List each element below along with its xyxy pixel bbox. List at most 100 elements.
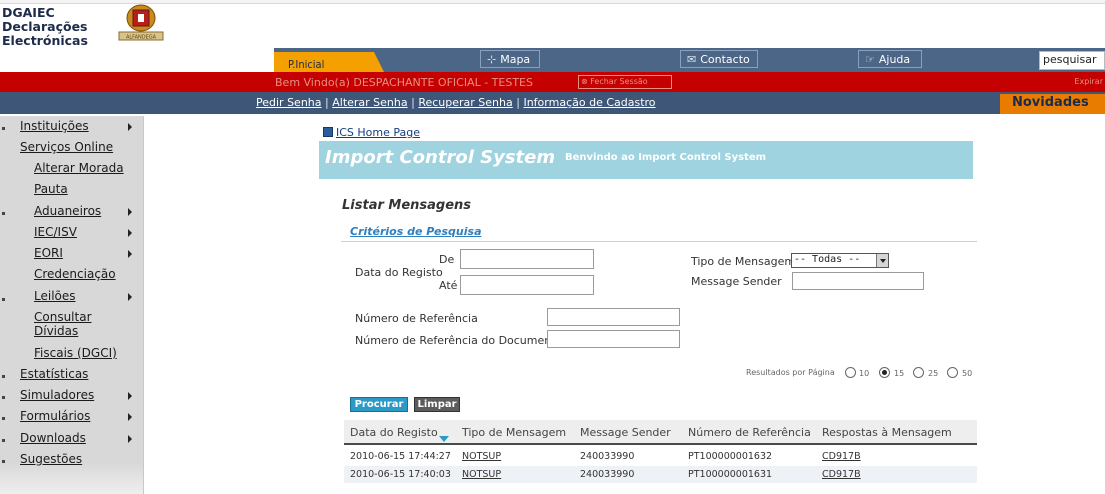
sidebar-item-eori[interactable]: EORI — [34, 246, 152, 260]
crest-icon: ALFANDEGA — [118, 4, 164, 41]
chevron-right-icon — [128, 229, 132, 237]
sidebar-bullet — [2, 375, 5, 378]
limpar-button[interactable]: Limpar — [414, 397, 460, 412]
header-num-referencia[interactable]: Número de Referência — [688, 426, 811, 439]
main-navbar: P.Inicial ⊹ Mapa ✉ Contacto ☞ Ajuda pesquis… — [274, 48, 1105, 72]
tipo-mensagem-select[interactable]: -- Todas -- — [791, 253, 889, 268]
welcome-bar: Bem Vindo(a) DESPACHANTE OFICIAL - TESTE… — [0, 72, 1105, 92]
sidebar-item-instituicoes[interactable]: Instituições — [20, 119, 138, 133]
sidebar-item-pauta[interactable]: Pauta — [34, 182, 152, 196]
per-page-50-radio[interactable] — [947, 367, 958, 378]
site-logo[interactable]: DGAIEC Declarações Electrónicas — [2, 6, 112, 48]
resultados-por-pagina-label: Resultados por Página — [746, 368, 835, 377]
sidebar-bullet — [2, 396, 5, 399]
header-message-sender[interactable]: Message Sender — [580, 426, 671, 439]
sidebar-item-dividas[interactable]: Dívidas — [34, 324, 152, 338]
per-page-25-radio[interactable] — [913, 367, 924, 378]
header-data-registo-label: Data do Registo — [350, 426, 438, 439]
de-label: De — [439, 253, 455, 266]
header-tipo-mensagem[interactable]: Tipo de Mensagem — [462, 426, 566, 439]
per-page-50-label: 50 — [962, 369, 973, 378]
nav-mapa-link[interactable]: ⊹ Mapa — [480, 50, 540, 68]
date-to-input[interactable] — [460, 275, 594, 295]
sidebar-item-consultar[interactable]: Consultar — [34, 310, 152, 324]
link-separator: | — [325, 96, 329, 109]
message-sender-input[interactable] — [792, 272, 924, 290]
sidebar-item-simuladores[interactable]: Simuladores — [20, 388, 138, 402]
crest-caption: ALFANDEGA — [126, 35, 157, 41]
search-input[interactable]: pesquisar — [1039, 51, 1105, 70]
date-from-input[interactable] — [460, 249, 594, 269]
sidebar-item-leiloes[interactable]: Leilões — [34, 289, 152, 303]
per-page-10-label: 10 — [859, 369, 870, 378]
pedir-senha-link[interactable]: Pedir Senha — [256, 96, 322, 109]
sidebar-bullet — [2, 212, 5, 215]
procurar-button[interactable]: Procurar — [350, 397, 408, 412]
nav-ajuda-link[interactable]: ☞ Ajuda — [858, 50, 922, 68]
cell-resposta-link[interactable]: CD917B — [822, 469, 861, 480]
informacao-cadastro-link[interactable]: Informação de Cadastro — [523, 96, 655, 109]
sidebar-item-aduaneiros[interactable]: Aduaneiros — [34, 204, 152, 218]
cell-num-referencia: PT100000001632 — [688, 451, 773, 462]
ics-home-link[interactable]: ICS Home Page — [323, 126, 420, 139]
logo-line-2: Declarações — [2, 19, 88, 34]
cell-tipo-mensagem-link[interactable]: NOTSUP — [462, 469, 501, 480]
sidebar-item-iec-isv[interactable]: IEC/ISV — [34, 225, 152, 239]
ics-home-label: ICS Home Page — [336, 126, 421, 139]
table-row: 2010-06-15 17:44:27 NOTSUP 240033990 PT1… — [344, 448, 977, 465]
sidebar-bullet — [2, 417, 5, 420]
sidebar-item-formularios[interactable]: Formulários — [20, 409, 138, 423]
cell-message-sender: 240033990 — [580, 451, 635, 462]
novidades-button[interactable]: Novidades — [1000, 94, 1105, 114]
header-respostas[interactable]: Respostas à Mensagem — [822, 426, 952, 439]
per-page-10-radio[interactable] — [845, 367, 856, 378]
sidebar-item-estatisticas[interactable]: Estatísticas — [20, 367, 138, 381]
account-links-bar: Pedir Senha | Alterar Senha | Recuperar … — [0, 92, 1105, 114]
num-referencia-doc-input[interactable] — [547, 330, 680, 348]
session-expire-link[interactable]: Expirar — [1074, 77, 1103, 86]
chevron-right-icon — [128, 123, 132, 131]
header-data-registo[interactable]: Data do Registo — [350, 426, 449, 442]
ics-banner: Import Control System Benvindo ao Import… — [319, 141, 973, 179]
banner-subtitle: Benvindo ao Import Control System — [565, 152, 767, 163]
nav-ajuda-label: Ajuda — [878, 53, 911, 66]
tipo-mensagem-label: Tipo de Mensagem — [691, 255, 796, 268]
sidebar-bullet — [2, 439, 5, 442]
page-title: Listar Mensagens — [342, 198, 472, 213]
logo-line-3: Electrónicas — [2, 33, 88, 48]
nav-contacto-label: Contacto — [700, 53, 750, 66]
per-page-15-radio[interactable] — [879, 367, 890, 378]
sidebar-item-sugestoes[interactable]: Sugestões — [20, 452, 138, 466]
cell-tipo-mensagem-link[interactable]: NOTSUP — [462, 451, 501, 462]
num-referencia-input[interactable] — [547, 308, 680, 326]
welcome-text: Bem Vindo(a) DESPACHANTE OFICIAL - TESTE… — [275, 76, 533, 89]
search-criteria-heading: Critérios de Pesquisa — [350, 225, 482, 238]
chevron-right-icon — [128, 435, 132, 443]
sidebar-item-credenciacao[interactable]: Credenciação — [34, 267, 152, 281]
home-icon — [323, 127, 333, 137]
chevron-right-icon — [128, 293, 132, 301]
sidebar-bullet — [2, 460, 5, 463]
sidebar-item-downloads[interactable]: Downloads — [20, 431, 138, 445]
sidebar-item-alterar-morada[interactable]: Alterar Morada — [34, 161, 152, 175]
sidebar-bullet — [2, 298, 5, 301]
results-table-header: Data do Registo Tipo de Mensagem Message… — [344, 420, 977, 445]
logout-button[interactable]: ⊗ Fechar Sessão — [578, 75, 672, 89]
sitemap-icon: ⊹ — [487, 53, 497, 66]
sidebar-item-fiscais-dgci[interactable]: Fiscais (DGCI) — [34, 346, 152, 360]
nav-contacto-link[interactable]: ✉ Contacto — [680, 50, 758, 68]
nav-inicial-tab[interactable]: P.Inicial — [274, 52, 384, 72]
per-page-25-label: 25 — [928, 369, 939, 378]
recuperar-senha-link[interactable]: Recuperar Senha — [418, 96, 512, 109]
chevron-right-icon — [128, 208, 132, 216]
cell-resposta-link[interactable]: CD917B — [822, 451, 861, 462]
sidebar-footer — [0, 462, 143, 494]
nav-mapa-label: Mapa — [500, 53, 531, 66]
per-page-15-label: 15 — [894, 369, 905, 378]
alterar-senha-link[interactable]: Alterar Senha — [332, 96, 407, 109]
sidebar-item-servicos-online[interactable]: Serviços Online — [20, 140, 138, 154]
account-links: Pedir Senha | Alterar Senha | Recuperar … — [256, 96, 656, 109]
chevron-right-icon — [128, 250, 132, 258]
help-icon: ☞ — [865, 53, 875, 66]
chevron-right-icon — [128, 392, 132, 400]
